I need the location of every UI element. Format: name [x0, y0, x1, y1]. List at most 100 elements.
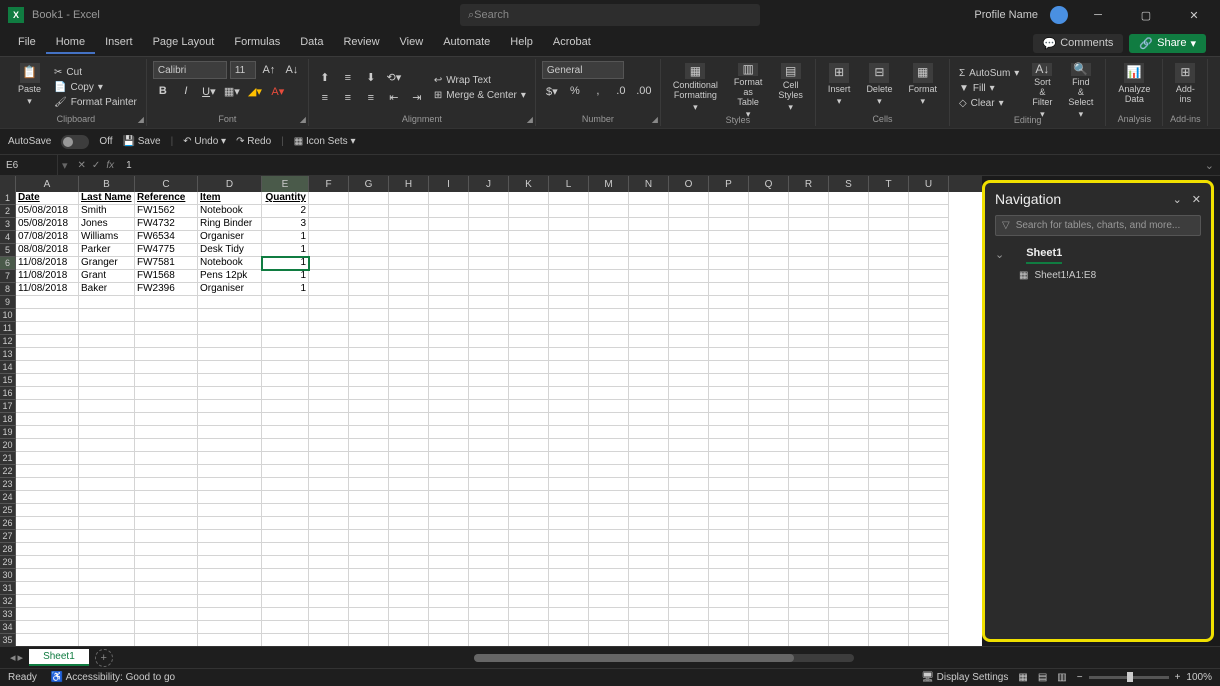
- cell[interactable]: [309, 374, 349, 387]
- zoom-level[interactable]: 100%: [1186, 672, 1212, 683]
- cell[interactable]: [669, 556, 709, 569]
- sheet-tab-sheet1[interactable]: Sheet1: [29, 649, 89, 666]
- cell[interactable]: [309, 361, 349, 374]
- cell[interactable]: [469, 517, 509, 530]
- cell[interactable]: [869, 608, 909, 621]
- cell[interactable]: [829, 283, 869, 296]
- cell[interactable]: [789, 387, 829, 400]
- cell[interactable]: [349, 413, 389, 426]
- cell[interactable]: [349, 283, 389, 296]
- page-break-view-button[interactable]: ▥: [1057, 672, 1066, 683]
- cell[interactable]: [79, 504, 135, 517]
- cell[interactable]: [589, 504, 629, 517]
- cell[interactable]: [589, 322, 629, 335]
- cell[interactable]: [135, 374, 198, 387]
- cell[interactable]: [135, 608, 198, 621]
- cell[interactable]: [469, 296, 509, 309]
- cell[interactable]: [909, 374, 949, 387]
- cell[interactable]: [669, 348, 709, 361]
- cell[interactable]: [309, 634, 349, 646]
- cell[interactable]: [589, 218, 629, 231]
- row-header[interactable]: 30: [0, 569, 16, 582]
- enter-formula-icon[interactable]: ✓: [92, 160, 100, 171]
- cell[interactable]: [262, 322, 309, 335]
- cell[interactable]: [509, 491, 549, 504]
- cell[interactable]: [629, 517, 669, 530]
- column-header-E[interactable]: E: [262, 176, 309, 192]
- expand-formula-bar-button[interactable]: ⌄: [1199, 159, 1220, 172]
- dialog-launcher-icon[interactable]: ◢: [527, 115, 533, 124]
- cell[interactable]: [829, 426, 869, 439]
- cell[interactable]: [429, 231, 469, 244]
- cell[interactable]: [869, 257, 909, 270]
- cell[interactable]: [16, 595, 79, 608]
- cell[interactable]: [469, 257, 509, 270]
- cell[interactable]: [309, 452, 349, 465]
- cell[interactable]: [16, 322, 79, 335]
- cell[interactable]: [429, 361, 469, 374]
- cell[interactable]: [469, 361, 509, 374]
- cell[interactable]: 3: [262, 218, 309, 231]
- cell[interactable]: FW1568: [135, 270, 198, 283]
- row-header[interactable]: 23: [0, 478, 16, 491]
- merge-center-button[interactable]: ⊞ Merge & Center ▾: [431, 89, 529, 102]
- cell[interactable]: [469, 309, 509, 322]
- cell[interactable]: [389, 374, 429, 387]
- cell[interactable]: [309, 309, 349, 322]
- cell[interactable]: [389, 595, 429, 608]
- cell[interactable]: [909, 192, 949, 205]
- cell[interactable]: [749, 426, 789, 439]
- cell[interactable]: [429, 517, 469, 530]
- cell[interactable]: [429, 452, 469, 465]
- row-header[interactable]: 13: [0, 348, 16, 361]
- cell[interactable]: [469, 218, 509, 231]
- cell[interactable]: [789, 478, 829, 491]
- addins-button[interactable]: ⊞Add-ins: [1169, 61, 1201, 114]
- percent-button[interactable]: %: [565, 82, 585, 100]
- cell[interactable]: [629, 426, 669, 439]
- cell[interactable]: [589, 478, 629, 491]
- row-header[interactable]: 27: [0, 530, 16, 543]
- cell[interactable]: [789, 283, 829, 296]
- cell[interactable]: [629, 556, 669, 569]
- cell[interactable]: [909, 426, 949, 439]
- cell[interactable]: [262, 426, 309, 439]
- row-header[interactable]: 4: [0, 231, 16, 244]
- cell-styles-button[interactable]: ▤Cell Styles▾: [772, 61, 809, 115]
- cell[interactable]: [749, 387, 789, 400]
- cell[interactable]: [909, 452, 949, 465]
- cell[interactable]: [16, 543, 79, 556]
- cell[interactable]: [509, 400, 549, 413]
- row-header[interactable]: 5: [0, 244, 16, 257]
- cell[interactable]: [789, 582, 829, 595]
- cell[interactable]: [509, 621, 549, 634]
- dialog-launcher-icon[interactable]: ◢: [652, 115, 658, 124]
- align-left-button[interactable]: ≡: [315, 89, 335, 107]
- cell[interactable]: [629, 192, 669, 205]
- cell[interactable]: [789, 504, 829, 517]
- cell[interactable]: [79, 478, 135, 491]
- cell[interactable]: [549, 218, 589, 231]
- cell[interactable]: [135, 543, 198, 556]
- cell[interactable]: [135, 439, 198, 452]
- cell[interactable]: [469, 205, 509, 218]
- cell[interactable]: [869, 387, 909, 400]
- cell[interactable]: [669, 634, 709, 646]
- cell[interactable]: [262, 439, 309, 452]
- name-box[interactable]: [0, 155, 58, 175]
- cell[interactable]: [909, 283, 949, 296]
- minimize-button[interactable]: ─: [1080, 2, 1116, 28]
- cell[interactable]: [429, 582, 469, 595]
- tab-file[interactable]: File: [8, 32, 46, 54]
- cell[interactable]: [589, 556, 629, 569]
- cell[interactable]: [349, 192, 389, 205]
- align-right-button[interactable]: ≡: [361, 89, 381, 107]
- cell[interactable]: [629, 400, 669, 413]
- cell[interactable]: [589, 400, 629, 413]
- row-header[interactable]: 32: [0, 595, 16, 608]
- cell[interactable]: [549, 387, 589, 400]
- column-header-A[interactable]: A: [16, 176, 79, 192]
- cell[interactable]: [135, 569, 198, 582]
- cell[interactable]: [135, 322, 198, 335]
- cell[interactable]: [869, 400, 909, 413]
